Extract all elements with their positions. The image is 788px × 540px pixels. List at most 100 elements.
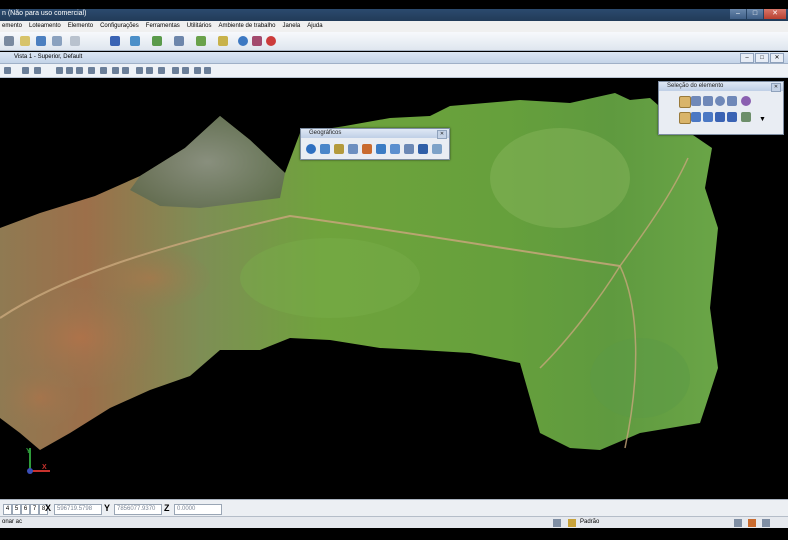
documents-icon[interactable] [404, 144, 414, 154]
window-area-icon[interactable] [88, 67, 95, 74]
reproject-icon[interactable] [418, 144, 428, 154]
copy-view-icon[interactable] [158, 67, 165, 74]
line-icon[interactable] [727, 96, 737, 106]
globe-icon[interactable] [36, 36, 46, 46]
view-previous-icon[interactable] [136, 67, 143, 74]
layers-icon[interactable] [390, 144, 400, 154]
window-controls: – □ ✕ [729, 9, 786, 19]
map-icon[interactable] [196, 36, 206, 46]
view-close-icon[interactable]: ✕ [770, 53, 784, 63]
image-icon[interactable] [432, 144, 442, 154]
invert-icon[interactable] [715, 112, 725, 122]
clip-volume-icon[interactable] [172, 67, 179, 74]
update-icon[interactable] [56, 67, 63, 74]
filter-icon[interactable] [741, 112, 751, 122]
menu-item-configuracoes[interactable]: Configurações [100, 21, 139, 32]
geograficos-title-text: Geográficos [309, 130, 342, 136]
select-arrow-icon[interactable] [679, 96, 691, 108]
snap-icon[interactable] [553, 519, 561, 527]
selecao-palette: Seleção do elemento ✕ ▼ [658, 81, 784, 135]
active-level[interactable]: Padrão [580, 519, 599, 525]
selecao-palette-title: Seleção do elemento ✕ [659, 82, 783, 92]
menu-item-emento[interactable]: emento [2, 21, 22, 32]
chevron-down-icon[interactable]: ▼ [759, 116, 766, 123]
window-title: n (Não para uso comercial) [2, 10, 87, 17]
menu-bar: emento Loteamento Elemento Configurações… [0, 21, 788, 32]
grid-status-icon[interactable] [762, 519, 770, 527]
selecao-title-text: Seleção do elemento [667, 83, 724, 89]
selecao-close-icon[interactable]: ✕ [771, 83, 781, 92]
references-icon[interactable] [152, 36, 162, 46]
stop-icon[interactable] [266, 36, 276, 46]
geograficos-palette: Geográficos ✕ [300, 128, 450, 160]
z-coord-field[interactable]: 0.0000 [174, 504, 222, 515]
menu-item-janela[interactable]: Janela [283, 21, 301, 32]
rotate-view-icon[interactable] [112, 67, 119, 74]
search-icon[interactable] [334, 144, 344, 154]
display-style-icon[interactable] [22, 67, 29, 74]
geograficos-close-icon[interactable]: ✕ [437, 130, 447, 139]
menu-item-utilitarios[interactable]: Utilitários [187, 21, 212, 32]
view-maximize-icon[interactable]: □ [755, 53, 769, 63]
element-icon[interactable] [4, 36, 14, 46]
close-icon[interactable]: ✕ [764, 9, 786, 19]
x-coord-field[interactable]: 596719.5798 [54, 504, 102, 515]
place-mark-icon[interactable] [362, 144, 372, 154]
clip-mask-icon[interactable] [182, 67, 189, 74]
zoom-in-icon[interactable] [66, 67, 73, 74]
view-button-5[interactable]: 5 [12, 504, 21, 515]
view-toolbar [0, 64, 788, 78]
style-icon[interactable] [70, 36, 80, 46]
design-viewport[interactable]: Y X Geográficos ✕ Seleção do elemento ✕ [0, 78, 788, 498]
zoom-out-icon[interactable] [76, 67, 83, 74]
view-button-6[interactable]: 6 [21, 504, 30, 515]
view-controls: – □ ✕ [739, 53, 784, 63]
home-icon[interactable] [748, 519, 756, 527]
tools-icon[interactable] [348, 144, 358, 154]
models-icon[interactable] [130, 36, 140, 46]
view-button-4[interactable]: 4 [3, 504, 12, 515]
shape-icon[interactable] [703, 96, 713, 106]
x-coord-label: X [45, 503, 52, 513]
view-next-icon[interactable] [146, 67, 153, 74]
y-coord-label: Y [104, 503, 111, 513]
camera-icon[interactable] [194, 67, 201, 74]
coordinate-system-icon[interactable] [320, 144, 330, 154]
level-icon[interactable] [20, 36, 30, 46]
menu-item-ferramentas[interactable]: Ferramentas [146, 21, 180, 32]
shading-icon[interactable] [34, 67, 41, 74]
main-toolbar [0, 32, 788, 51]
lock-icon[interactable] [568, 519, 576, 527]
export-icon[interactable] [376, 144, 386, 154]
minimize-icon[interactable]: – [730, 9, 746, 19]
globe-icon[interactable] [306, 144, 316, 154]
pencil-icon[interactable] [218, 36, 228, 46]
add-icon[interactable] [691, 112, 701, 122]
message-icon[interactable] [734, 519, 742, 527]
menu-item-ambiente[interactable]: Ambiente de trabalho [218, 21, 275, 32]
fit-view-icon[interactable] [100, 67, 107, 74]
menu-item-elemento[interactable]: Elemento [68, 21, 93, 32]
pan-icon[interactable] [122, 67, 129, 74]
view-minimize-icon[interactable]: – [740, 53, 754, 63]
view-icon[interactable] [110, 36, 120, 46]
circle-icon[interactable] [715, 96, 725, 106]
individual-icon[interactable] [679, 112, 691, 124]
rectangle-icon[interactable] [691, 96, 701, 106]
walk-icon[interactable] [204, 67, 211, 74]
grid-icon[interactable] [252, 36, 262, 46]
info-icon[interactable] [238, 36, 248, 46]
view-attributes-icon[interactable] [4, 67, 11, 74]
view-button-7[interactable]: 7 [30, 504, 39, 515]
raster-icon[interactable] [174, 36, 184, 46]
method-icon[interactable] [741, 96, 751, 106]
view-titlebar: Vista 1 - Superior, Default – □ ✕ [0, 52, 788, 64]
menu-item-loteamento[interactable]: Loteamento [29, 21, 61, 32]
weight-icon[interactable] [52, 36, 62, 46]
subtract-icon[interactable] [703, 112, 713, 122]
y-coord-field[interactable]: 7856077.9370 [114, 504, 162, 515]
clear-icon[interactable] [727, 112, 737, 122]
maximize-icon[interactable]: □ [747, 9, 763, 19]
menu-item-ajuda[interactable]: Ajuda [307, 21, 322, 32]
view-title: Vista 1 - Superior, Default [14, 54, 83, 60]
